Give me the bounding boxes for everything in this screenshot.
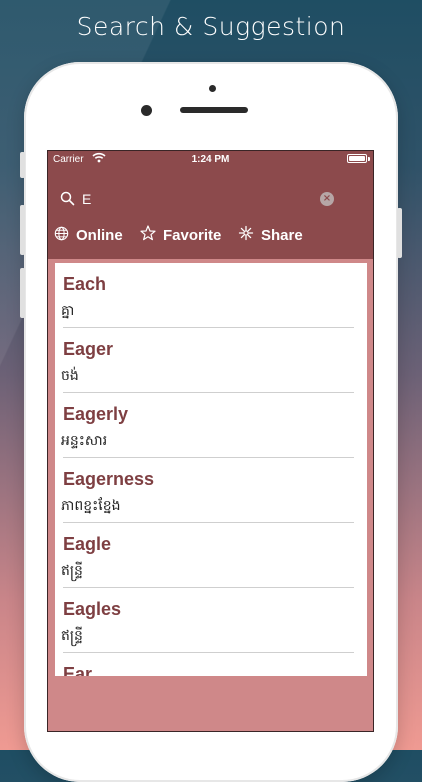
favorite-button[interactable]: Favorite: [140, 224, 221, 246]
clear-search-icon[interactable]: ×: [320, 192, 334, 206]
favorite-label: Favorite: [163, 226, 222, 244]
proximity-sensor: [209, 85, 216, 92]
entry-meaning: គ្នា: [61, 303, 75, 319]
mute-switch: [20, 152, 25, 178]
entry-meaning: ចង់: [61, 368, 79, 384]
search-icon: [60, 191, 75, 210]
volume-down-button: [20, 268, 25, 318]
entry-word: Eagerly: [63, 404, 129, 424]
list-item[interactable]: Eagle ឥន្ទ្រី: [61, 523, 354, 588]
headline: Search & Suggestion: [76, 12, 346, 41]
app-header: Carrier 1:24 PM ×: [48, 151, 373, 259]
online-label: Online: [76, 226, 123, 244]
entry-word: Eagerness: [63, 469, 155, 489]
list-item[interactable]: Eager ចង់: [61, 328, 354, 393]
entry-meaning: ឥន្ទ្រី: [61, 563, 83, 579]
app-screen: Carrier 1:24 PM ×: [47, 150, 374, 732]
share-button[interactable]: Share: [238, 224, 303, 246]
search-bar: ×: [48, 187, 373, 213]
entry-word: Each: [63, 274, 107, 294]
battery-tip: [368, 157, 370, 161]
suggestion-list[interactable]: Each គ្នា Eager ចង់ Eagerly អន្ទះសារ Eag…: [55, 263, 367, 676]
entry-word: Ear: [63, 664, 93, 676]
list-item[interactable]: Each គ្នា: [61, 263, 354, 328]
action-bar: Online Favorite Share: [48, 224, 373, 246]
list-item[interactable]: Eagerness ភាពខ្នះខ្នែង: [61, 458, 354, 523]
share-label: Share: [261, 226, 303, 244]
entry-word: Eagle: [63, 534, 112, 554]
star-icon: [140, 225, 156, 245]
front-camera: [141, 105, 152, 116]
search-input[interactable]: [82, 189, 312, 209]
entry-word: Eagles: [63, 599, 122, 619]
list-item[interactable]: Ear: [63, 653, 354, 676]
battery-icon: [347, 154, 367, 163]
online-button[interactable]: Online: [54, 224, 123, 246]
earpiece-speaker: [180, 107, 248, 113]
list-item[interactable]: Eagles ឥន្ទ្រី: [61, 588, 354, 653]
entry-meaning: អន្ទះសារ: [61, 433, 108, 449]
list-item[interactable]: Eagerly អន្ទះសារ: [61, 393, 354, 458]
entry-meaning: ភាពខ្នះខ្នែង: [61, 498, 121, 514]
entry-meaning: ឥន្ទ្រី: [61, 628, 83, 644]
status-time: 1:24 PM: [191, 154, 230, 165]
globe-icon: [54, 226, 69, 245]
status-bar: Carrier 1:24 PM: [48, 151, 373, 168]
share-icon: [238, 225, 254, 245]
volume-up-button: [20, 205, 25, 255]
entry-word: Eager: [63, 339, 114, 359]
power-button: [397, 208, 402, 258]
